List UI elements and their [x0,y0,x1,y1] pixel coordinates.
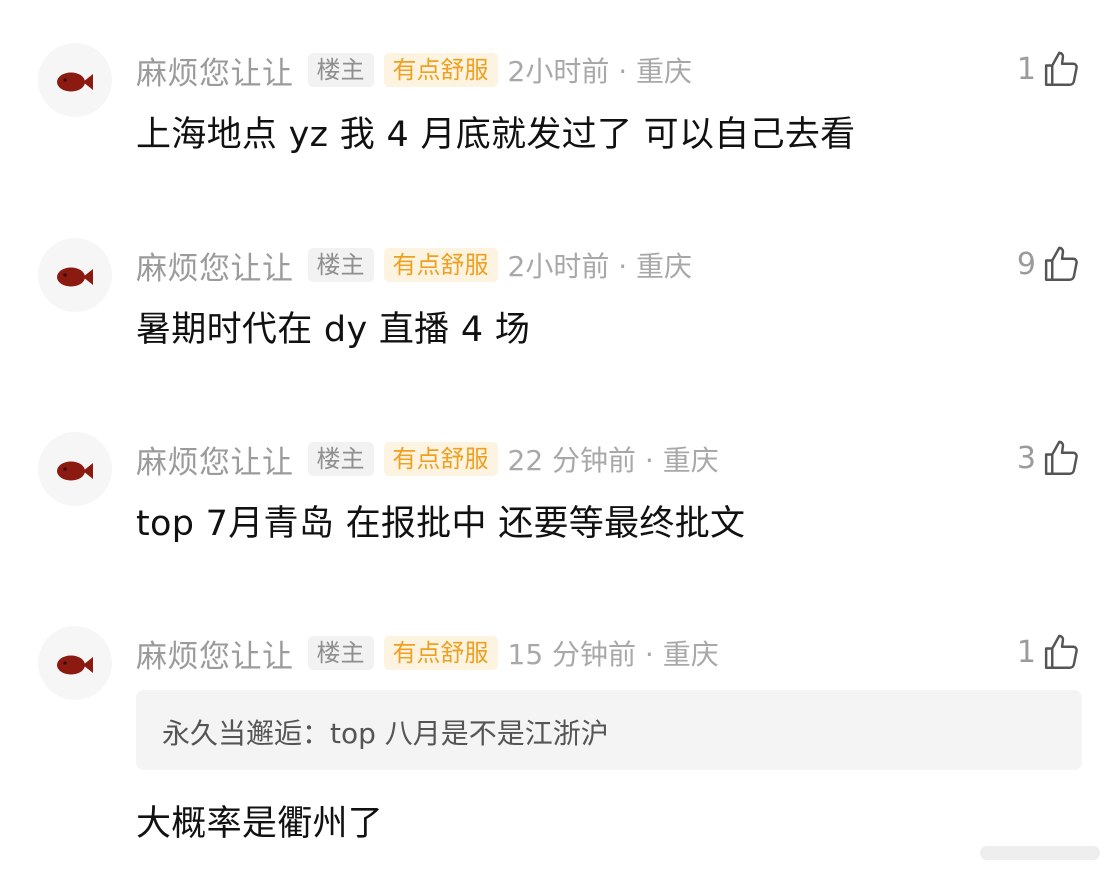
fish-avatar-icon [57,655,93,675]
comment-item: 麻烦您让让 楼主 有点舒服 22 分钟前 · 重庆 3 top 7月青岛 在报批… [0,389,1120,584]
username[interactable]: 麻烦您让让 [136,48,294,93]
comment-meta: 麻烦您让让 楼主 有点舒服 2小时前 · 重庆 [136,48,693,93]
like-count: 1 [1016,51,1036,87]
like-count: 1 [1016,634,1036,670]
timestamp-location: 15 分钟前 · 重庆 [507,638,719,671]
level-badge: 有点舒服 [383,442,498,476]
comment-item: 麻烦您让让 楼主 有点舒服 2小时前 · 重庆 9 暑期时代在 dy 直播 4 … [0,195,1120,390]
comment-text: 上海地点 yz 我 4 月底就发过了 可以自己去看 [136,115,856,155]
thumbs-up-icon[interactable] [1040,437,1082,479]
timestamp-location: 22 分钟前 · 重庆 [507,444,719,477]
fish-avatar-icon [57,461,93,481]
comment-meta: 麻烦您让让 楼主 有点舒服 2小时前 · 重庆 [136,243,693,288]
username[interactable]: 麻烦您让让 [136,243,294,288]
username[interactable]: 麻烦您让让 [136,631,294,676]
like-button[interactable]: 3 [1017,435,1082,481]
avatar[interactable] [38,626,112,700]
fish-avatar-icon [57,72,93,92]
fish-avatar-icon [57,267,93,287]
level-badge: 有点舒服 [383,248,498,282]
timestamp-location: 2小时前 · 重庆 [507,55,693,88]
quoted-reply-text: 永久当邂逅：top 八月是不是江浙沪 [162,717,609,750]
comment-meta: 麻烦您让让 楼主 有点舒服 15 分钟前 · 重庆 [136,631,719,676]
comment-meta: 麻烦您让让 楼主 有点舒服 22 分钟前 · 重庆 [136,437,719,482]
comment-item: 麻烦您让让 楼主 有点舒服 2小时前 · 重庆 1 上海地点 yz 我 4 月底… [0,0,1120,195]
owner-badge: 楼主 [307,248,374,282]
owner-badge: 楼主 [307,636,374,670]
username[interactable]: 麻烦您让让 [136,437,294,482]
comment-item: 麻烦您让让 楼主 有点舒服 15 分钟前 · 重庆 1 永久当邂逅：top 八月… [0,583,1120,876]
like-button[interactable]: 9 [1017,241,1082,287]
like-button[interactable]: 1 [1017,629,1082,675]
like-count: 9 [1016,246,1036,282]
timestamp-location: 2小时前 · 重庆 [507,250,693,283]
thumbs-up-icon[interactable] [1040,48,1082,90]
comment-text: 暑期时代在 dy 直播 4 场 [136,310,531,350]
owner-badge: 楼主 [307,442,374,476]
watermark-icon [980,846,1100,860]
avatar[interactable] [38,43,112,117]
thumbs-up-icon[interactable] [1040,631,1082,673]
avatar[interactable] [38,238,112,312]
owner-badge: 楼主 [307,53,374,87]
thumbs-up-icon[interactable] [1040,243,1082,285]
avatar[interactable] [38,432,112,506]
level-badge: 有点舒服 [383,636,498,670]
like-button[interactable]: 1 [1017,46,1082,92]
comment-text: 大概率是衢州了 [136,804,384,844]
comment-text: top 7月青岛 在报批中 还要等最终批文 [136,504,746,544]
like-count: 3 [1016,440,1036,476]
quoted-reply[interactable]: 永久当邂逅：top 八月是不是江浙沪 [136,690,1082,770]
level-badge: 有点舒服 [383,53,498,87]
